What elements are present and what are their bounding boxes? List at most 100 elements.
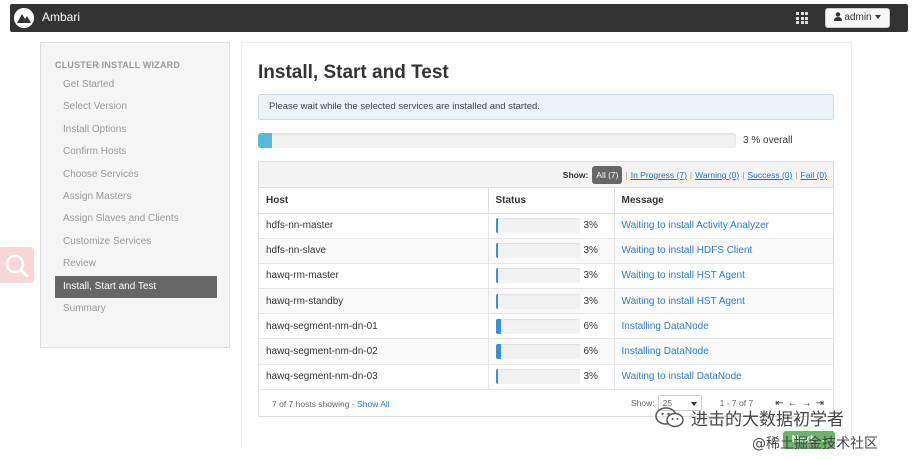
host-progress-bar [495, 344, 580, 360]
overall-progress-bar [258, 133, 736, 148]
host-progress-percent: 3% [583, 220, 598, 232]
wizard-step-assign-masters: Assign Masters [63, 190, 132, 202]
host-progress-fill [495, 369, 499, 385]
host-progress-fill [495, 243, 499, 259]
table-row: hawq-segment-nm-dn-02 6% Installing DataNo… [259, 338, 833, 365]
wizard-step-assign-slaves: Assign Slaves and Clients [63, 213, 179, 225]
status-cell: 3% [488, 238, 615, 264]
user-icon [834, 12, 843, 21]
message-cell: Waiting to install HST Agent [614, 288, 833, 315]
status-cell: 6% [488, 313, 615, 340]
table-header-row: Host Status Message [259, 188, 833, 214]
divider: | [625, 170, 628, 180]
column-header-message: Message [614, 188, 833, 214]
wizard-steps: Get Started Select Version Install Optio… [55, 74, 217, 320]
wizard-step-install-options: Install Options [63, 123, 127, 135]
table-row: hawq-rm-standby 3% Waiting to install HST … [259, 288, 833, 315]
table-row: hawq-segment-nm-dn-01 6% Installing DataNo… [259, 313, 833, 340]
user-menu-label: admin [844, 12, 872, 23]
wizard-step-review: Review [63, 258, 96, 270]
filter-warning[interactable]: Warning (0) [695, 170, 739, 180]
user-menu-button[interactable]: admin [825, 8, 890, 28]
status-cell: 3% [488, 364, 615, 390]
status-cell: 3% [488, 288, 615, 315]
wizard-title: CLUSTER INSTALL WIZARD [55, 60, 181, 70]
wizard-step-install-start-test[interactable]: Install, Start and Test [55, 275, 217, 298]
show-all-link[interactable]: Show All [357, 399, 390, 409]
hosts-table: Host Status Message hdfs-nn-master 3% Wait… [259, 188, 833, 390]
table-row: hawq-segment-nm-dn-03 3% Waiting to instal… [259, 364, 833, 390]
wechat-icon [655, 406, 684, 427]
hosts-showing-text: 7 of 7 hosts showing - [272, 399, 358, 409]
filter-all[interactable]: All (7) [592, 166, 623, 184]
host-progress-bar [495, 369, 580, 385]
message-cell: Waiting to install HST Agent [614, 263, 833, 290]
wizard-step-select-version: Select Version [63, 101, 127, 113]
filter-show-label: Show: [562, 170, 589, 180]
floating-search-button[interactable] [0, 247, 34, 283]
column-header-host: Host [259, 188, 489, 214]
host-message-link[interactable]: Waiting to install HST Agent [622, 270, 745, 281]
page-title: Install, Start and Test [258, 62, 449, 83]
host-progress-bar [495, 218, 580, 234]
wizard-step-get-started: Get Started [63, 79, 115, 90]
chevron-down-icon [874, 15, 881, 20]
watermark-line-1: 进击的大数据初学者 [655, 405, 844, 430]
message-cell: Waiting to install DataNode [614, 364, 833, 390]
column-header-status: Status [488, 188, 615, 214]
filter-bar: Show: All (7) | In Progress (7) | Warnin… [259, 162, 833, 188]
host-progress-bar [495, 293, 580, 309]
host-progress-percent: 6% [583, 320, 598, 332]
host-cell: hdfs-nn-master [259, 213, 489, 239]
host-cell: hawq-rm-master [259, 263, 489, 290]
host-message-link[interactable]: Waiting to install Activity Analyzer [622, 220, 769, 231]
host-cell: hawq-segment-nm-dn-03 [259, 364, 489, 390]
overall-progress-fill [258, 133, 273, 148]
brand-name[interactable]: Ambari [42, 10, 80, 24]
host-progress-percent: 3% [583, 295, 598, 307]
page-size-label: Show: [631, 398, 655, 408]
wizard-step-choose-services: Choose Services [63, 168, 139, 180]
overall-progress-label: 3 % overall [743, 135, 793, 146]
filter-success[interactable]: Success (0) [747, 170, 792, 180]
host-message-link[interactable]: Installing DataNode [622, 321, 709, 332]
host-progress-bar [495, 243, 580, 259]
host-cell: hawq-segment-nm-dn-01 [259, 313, 489, 340]
wizard-step-summary: Summary [63, 302, 106, 314]
wizard-step-confirm-hosts: Confirm Hosts [63, 146, 127, 158]
status-cell: 3% [488, 213, 615, 239]
wizard-step-customize-services: Customize Services [63, 235, 152, 247]
status-filters: Show: All (7) | In Progress (7) | Warnin… [563, 166, 827, 184]
host-cell: hawq-segment-nm-dn-02 [259, 338, 489, 365]
table-row: hdfs-nn-master 3% Waiting to install Activ… [259, 213, 833, 239]
host-progress-percent: 3% [583, 371, 598, 383]
hosts-showing: 7 of 7 hosts showing - Show All [272, 399, 390, 409]
host-progress-percent: 3% [583, 245, 598, 257]
host-message-link[interactable]: Waiting to install DataNode [622, 371, 742, 382]
host-progress-fill [495, 268, 499, 284]
divider: | [689, 170, 693, 180]
host-progress-bar [495, 318, 580, 334]
status-cell: 6% [488, 338, 615, 365]
hosts-table-panel: Show: All (7) | In Progress (7) | Warnin… [258, 161, 834, 417]
table-row: hawq-rm-master 3% Waiting to install HST A… [259, 263, 833, 290]
status-cell: 3% [488, 263, 615, 290]
message-cell: Installing DataNode [614, 313, 833, 340]
host-cell: hawq-rm-standby [259, 288, 489, 315]
message-cell: Waiting to install HDFS Client [614, 238, 833, 264]
filter-in-progress[interactable]: In Progress (7) [631, 170, 687, 180]
host-message-link[interactable]: Waiting to install HST Agent [622, 296, 745, 307]
host-message-link[interactable]: Installing DataNode [622, 346, 709, 357]
host-progress-fill [495, 218, 499, 234]
divider: | [795, 170, 798, 180]
filter-fail[interactable]: Fail (0) [801, 170, 827, 180]
ambari-logo-icon[interactable] [14, 8, 34, 28]
host-progress-fill [495, 293, 499, 309]
message-cell: Installing DataNode [614, 338, 833, 365]
host-progress-bar [495, 268, 580, 284]
message-cell: Waiting to install Activity Analyzer [614, 213, 833, 239]
host-message-link[interactable]: Waiting to install HDFS Client [622, 245, 753, 256]
views-grid-icon[interactable] [796, 12, 808, 24]
watermark-text-1: 进击的大数据初学者 [691, 410, 844, 430]
host-progress-percent: 3% [583, 270, 598, 282]
